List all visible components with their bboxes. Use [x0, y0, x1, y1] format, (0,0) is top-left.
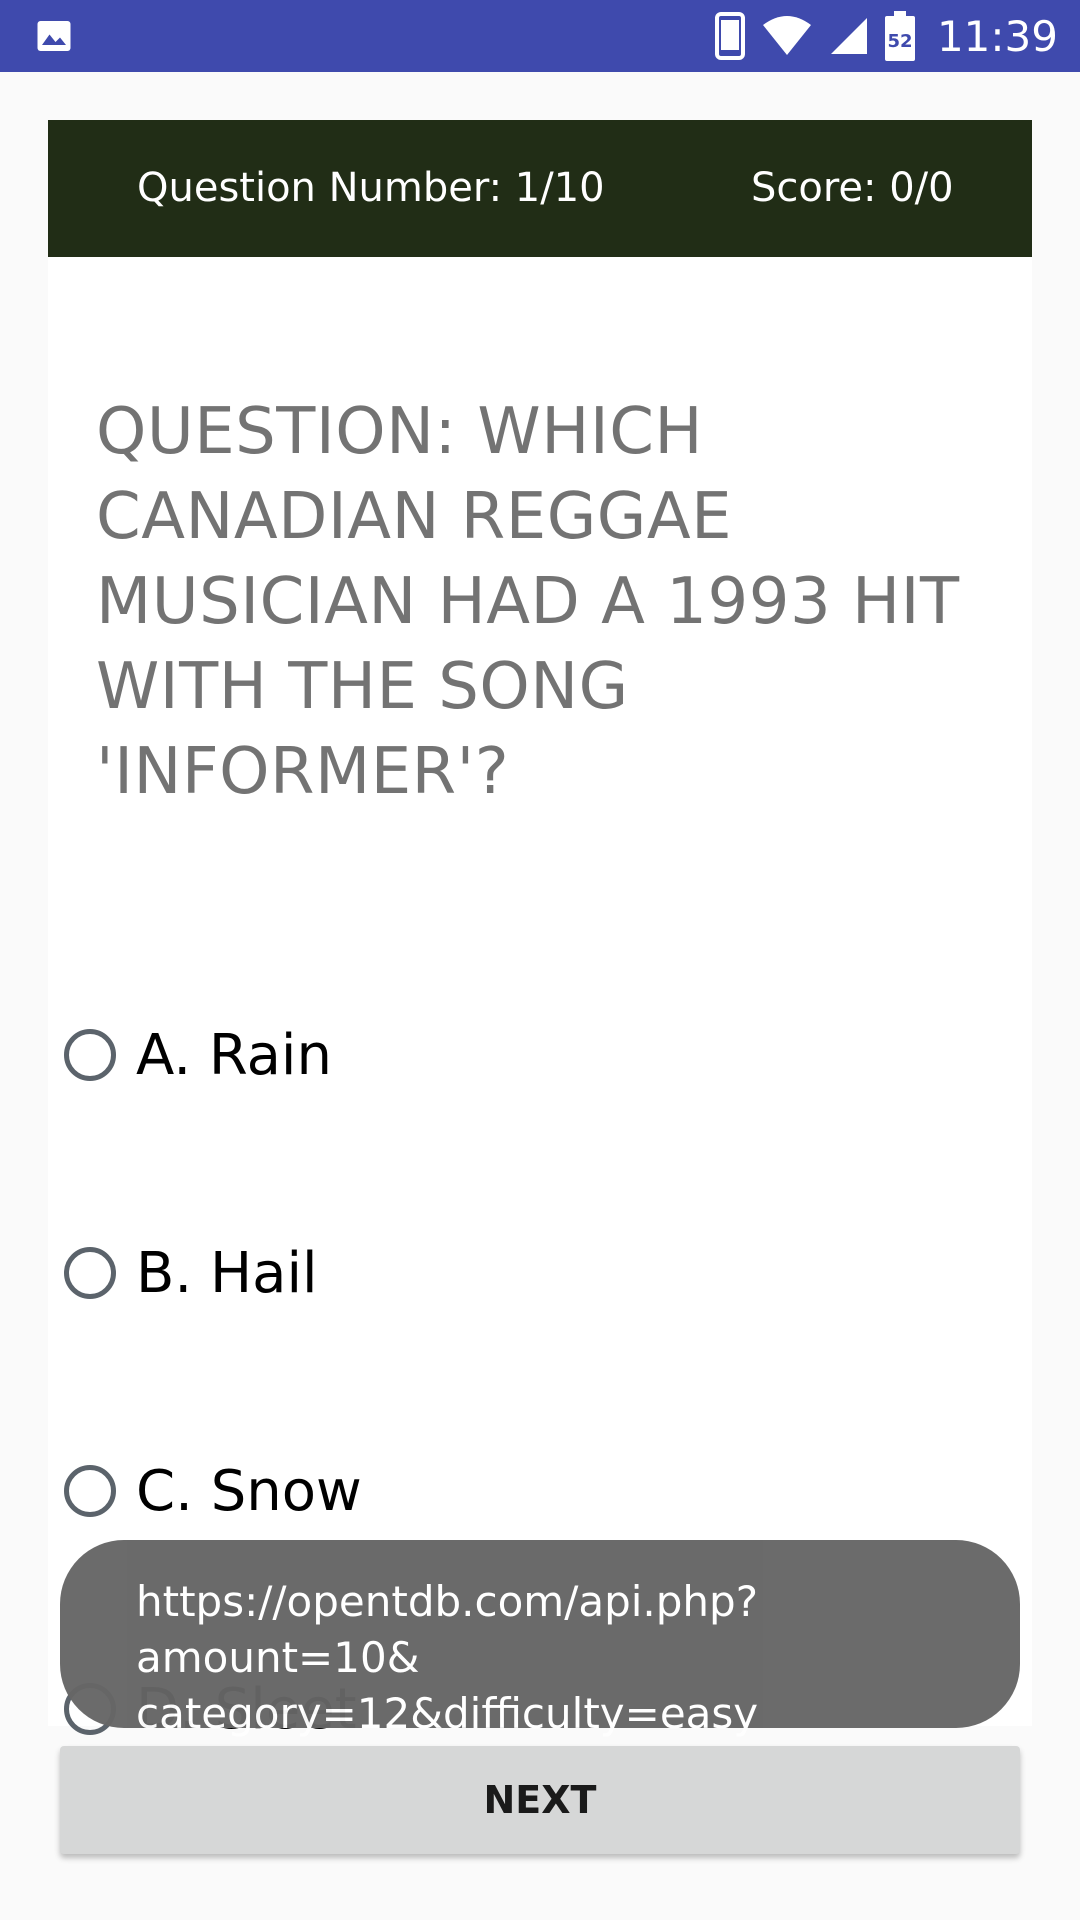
option-a[interactable]: A. Rain: [64, 1020, 332, 1090]
wifi-icon: [762, 16, 811, 55]
option-c[interactable]: C. Snow: [64, 1456, 362, 1526]
option-label: A. Rain: [136, 1022, 332, 1088]
toast-line: category=12&difficulty=easy: [136, 1689, 759, 1738]
phone-icon: [714, 12, 745, 60]
question-text: QUESTION: WHICH CANADIAN REGGAE MUSICIAN…: [96, 395, 960, 809]
option-label: B. Hail: [136, 1240, 318, 1306]
battery-icon: 52: [884, 11, 915, 61]
radio-button[interactable]: [64, 1465, 116, 1517]
toast-line: https://opentdb.com/api.php?amount=10&: [136, 1577, 759, 1682]
radio-button[interactable]: [64, 1029, 116, 1081]
status-bar: 52 11:39: [0, 0, 1080, 72]
question-number: Question Number: 1/10: [137, 165, 605, 211]
next-button[interactable]: NEXT: [60, 1746, 1020, 1854]
quiz-header: Question Number: 1/10 Score: 0/0: [48, 120, 1032, 257]
quiz-card: Question Number: 1/10 Score: 0/0 QUESTIO…: [48, 120, 1032, 1742]
option-b[interactable]: B. Hail: [64, 1238, 318, 1308]
score: Score: 0/0: [751, 165, 954, 211]
option-label: C. Snow: [136, 1458, 362, 1524]
gallery-icon: [37, 21, 71, 51]
clock: 11:39: [936, 11, 1058, 61]
radio-button[interactable]: [64, 1247, 116, 1299]
svg-text:52: 52: [887, 31, 912, 52]
toast-message: https://opentdb.com/api.php?amount=10& c…: [60, 1540, 1020, 1738]
signal-icon: [830, 18, 867, 54]
